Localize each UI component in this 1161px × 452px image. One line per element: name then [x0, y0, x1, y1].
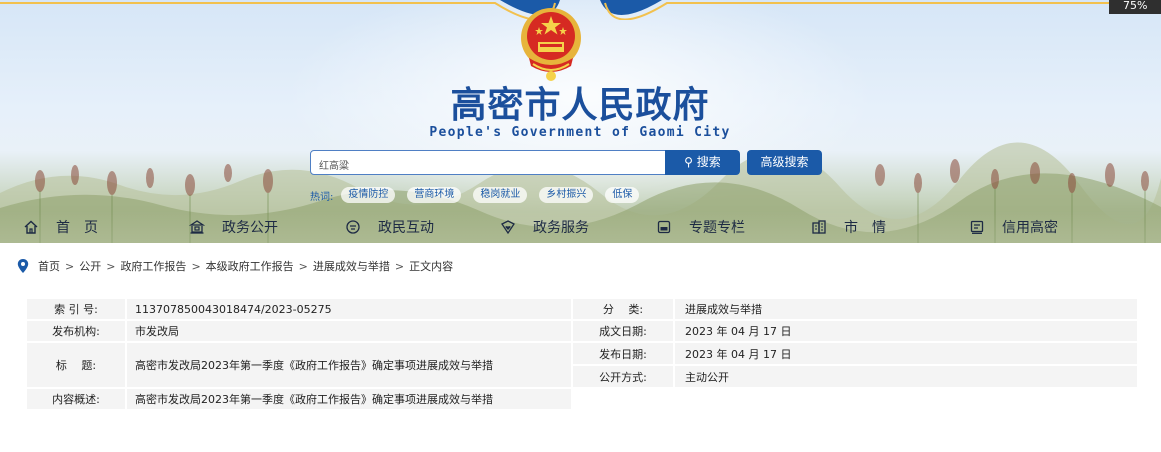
- header-banner: 75% 高密市人民政府 People's Government of Gaomi…: [0, 0, 1161, 243]
- search-icon: ⚲: [684, 155, 693, 169]
- nav-item-label: 政民互动: [378, 220, 434, 236]
- hot-word-tag[interactable]: 营商环境: [407, 187, 462, 203]
- folder-icon: [655, 218, 673, 236]
- nav-item-label: 政务服务: [533, 220, 589, 236]
- hot-words: 热词: 疫情防控 营商环境 稳岗就业 乡村振兴 低保: [310, 187, 651, 203]
- breadcrumb-current: 正文内容: [409, 260, 454, 273]
- location-pin-icon: [17, 259, 29, 273]
- breadcrumb-separator: >: [65, 259, 75, 273]
- publisher-label: 发布机构:: [25, 319, 127, 343]
- category-value: 进展成效与举措: [673, 297, 1139, 321]
- nav-item-label: 专题专栏: [689, 220, 745, 236]
- chat-icon: [344, 218, 362, 236]
- published-date-label: 发布日期:: [571, 341, 675, 366]
- zoom-level-badge: 75%: [1109, 0, 1161, 14]
- index-label: 索 引 号:: [25, 297, 127, 321]
- nav-item-city-info[interactable]: 市 情: [810, 211, 886, 243]
- site-title: 高密市人民政府: [450, 85, 710, 126]
- breadcrumb: 首页 > 公开 > 政府工作报告 > 本级政府工作报告 > 进展成效与举措 > …: [16, 258, 453, 274]
- table-row: 标 题: 高密市发改局2023年第一季度《政府工作报告》确定事项进展成效与举措 …: [25, 341, 1139, 389]
- search-button-label: 搜索: [696, 155, 721, 169]
- hot-word-tag[interactable]: 疫情防控: [341, 187, 396, 203]
- summary-label: 内容概述:: [25, 387, 127, 411]
- breadcrumb-progress[interactable]: 进展成效与举措: [313, 258, 390, 274]
- hot-word-tag[interactable]: 乡村振兴: [539, 187, 594, 203]
- category-label: 分 类:: [571, 297, 675, 321]
- breadcrumb-local-report[interactable]: 本级政府工作报告: [206, 258, 294, 274]
- created-date-value: 2023 年 04 月 17 日: [673, 319, 1139, 343]
- breadcrumb-separator: >: [394, 259, 405, 273]
- breadcrumb-gov-report[interactable]: 政府工作报告: [120, 258, 186, 274]
- summary-value: 高密市发改局2023年第一季度《政府工作报告》确定事项进展成效与举措: [125, 387, 573, 411]
- breadcrumb-separator: >: [298, 259, 308, 273]
- publisher-value: 市发改局: [125, 319, 573, 343]
- title-label: 标 题:: [25, 341, 127, 389]
- table-row: 发布机构: 市发改局 成文日期: 2023 年 04 月 17 日: [25, 319, 1139, 343]
- disclosure-method-label: 公开方式:: [571, 364, 675, 389]
- empty-cell: [571, 387, 675, 411]
- nav-item-open-government[interactable]: 政务公开: [188, 211, 278, 243]
- empty-cell: [673, 387, 1139, 411]
- nav-item-interaction[interactable]: 政民互动: [344, 211, 434, 243]
- national-emblem-icon: [521, 8, 581, 81]
- hot-word-tag[interactable]: 低保: [605, 187, 640, 203]
- nav-item-label: 信用高密: [1002, 220, 1058, 236]
- hot-words-label: 热词:: [310, 191, 334, 203]
- breadcrumb-open[interactable]: 公开: [79, 258, 101, 274]
- table-row: 索 引 号: 113707850043018474/2023-05275 分 类…: [25, 297, 1139, 321]
- created-date-label: 成文日期:: [571, 319, 675, 343]
- hot-word-tag[interactable]: 稳岗就业: [473, 187, 528, 203]
- title-value: 高密市发改局2023年第一季度《政府工作报告》确定事项进展成效与举措: [125, 341, 573, 389]
- search-input[interactable]: 红高粱: [310, 150, 666, 175]
- advanced-search-button[interactable]: 高级搜索: [747, 150, 822, 175]
- index-value: 113707850043018474/2023-05275: [125, 297, 573, 321]
- breadcrumb-home[interactable]: 首页: [38, 258, 60, 274]
- disclosure-method-value: 主动公开: [673, 364, 1139, 389]
- table-row: 内容概述: 高密市发改局2023年第一季度《政府工作报告》确定事项进展成效与举措: [25, 387, 1139, 411]
- main-navigation: 首 页 政务公开 政民互动 政务服务 专题专栏 市 情 信用高密: [0, 211, 1161, 243]
- nav-item-label: 政务公开: [222, 220, 278, 236]
- published-date-value: 2023 年 04 月 17 日: [673, 341, 1139, 366]
- document-meta-table: 索 引 号: 113707850043018474/2023-05275 分 类…: [25, 297, 1139, 411]
- nav-item-credit-gaomi[interactable]: 信用高密: [968, 211, 1058, 243]
- breadcrumb-separator: >: [106, 259, 116, 273]
- nav-item-home[interactable]: 首 页: [22, 211, 98, 243]
- nav-item-special-topics[interactable]: 专题专栏: [655, 211, 745, 243]
- nav-item-services[interactable]: 政务服务: [499, 211, 589, 243]
- site-subtitle: People's Government of Gaomi City: [429, 125, 731, 140]
- breadcrumb-separator: >: [191, 259, 201, 273]
- shield-heart-icon: [499, 218, 517, 236]
- search-button[interactable]: ⚲ 搜索: [665, 150, 740, 175]
- home-icon: [22, 218, 40, 236]
- nav-item-label: 首 页: [56, 220, 98, 236]
- nav-item-label: 市 情: [844, 220, 886, 236]
- city-icon: [810, 218, 828, 236]
- credit-icon: [968, 218, 986, 236]
- building-icon: [188, 218, 206, 236]
